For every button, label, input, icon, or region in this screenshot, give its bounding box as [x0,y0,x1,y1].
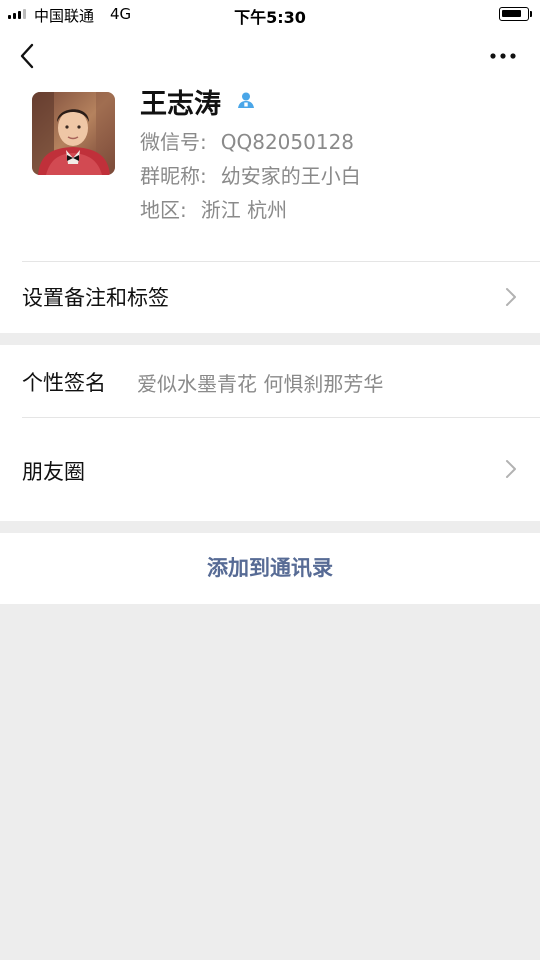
signature-label: 个性签名 [22,371,106,395]
profile-card: 王志涛 微信号: QQ82050128 群昵称: 幼安家的王小白 地区: 浙江 杭州 … [0,30,540,333]
avatar[interactable] [32,92,115,175]
region-value: 浙江 杭州 [200,198,288,222]
group-nickname-label: 群昵称: [140,164,207,188]
group-nickname-value: 幼安家的王小白 [220,164,361,188]
status-time: 下午5:30 [234,8,306,27]
wechat-id-line: 微信号: QQ82050128 [140,126,354,155]
region-line: 地区: 浙江 杭州 [140,194,287,223]
details-section: 个性签名 爱似水墨青花 何惧刹那芳华 朋友圈 [0,345,540,521]
chevron-right-icon [506,460,516,478]
signature-value: 爱似水墨青花 何惧刹那芳华 [137,372,384,396]
status-bar: 中国联通 4G 下午5:30 [0,0,540,30]
set-remark-label: 设置备注和标签 [22,286,169,310]
person-badge-icon [238,92,254,108]
moments-row[interactable]: 朋友圈 [0,418,540,521]
contact-profile-page: 中国联通 4G 下午5:30 王志涛 微信号: QQ82050128 群昵称: … [0,0,540,960]
back-arrow-icon[interactable] [16,42,40,70]
region-label: 地区: [140,198,187,222]
set-remark-and-tags-row[interactable]: 设置备注和标签 [0,262,540,333]
group-nickname-line: 群昵称: 幼安家的王小白 [140,160,361,189]
wechat-id-value: QQ82050128 [220,130,355,154]
chevron-right-icon [506,288,516,306]
add-to-contacts-button[interactable]: 添加到通讯录 [0,533,540,604]
moments-label: 朋友圈 [22,460,85,484]
battery-icon [499,7,529,21]
more-options-icon[interactable] [488,46,518,66]
battery-tip [530,11,532,17]
wechat-id-label: 微信号: [140,130,207,154]
contact-name: 王志涛 [140,89,221,120]
